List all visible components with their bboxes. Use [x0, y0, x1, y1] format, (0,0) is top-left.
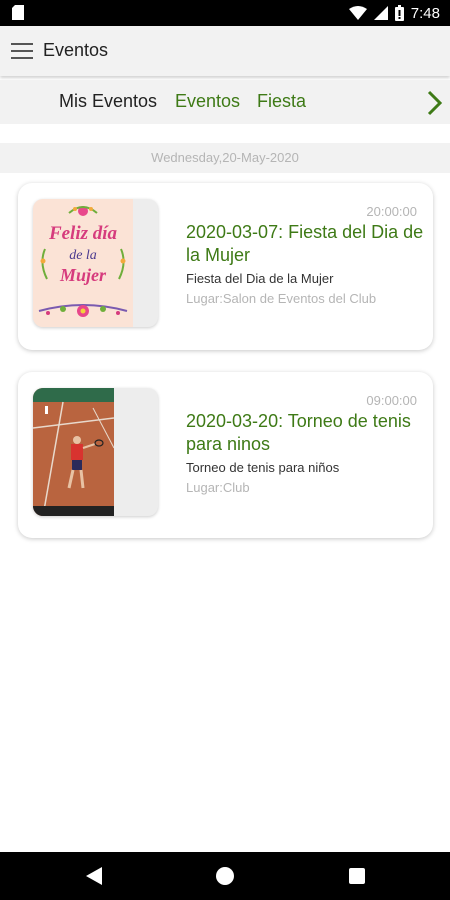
status-bar: 7:48 — [0, 0, 450, 26]
event-place: Lugar:Club — [186, 480, 250, 495]
image-text-line2: de la — [69, 248, 97, 263]
event-title: 2020-03-07: Fiesta del Dia de la Mujer — [186, 222, 424, 265]
image-text-line1: Feliz día — [48, 223, 118, 244]
sim-card-icon — [12, 5, 24, 20]
wifi-icon — [348, 6, 367, 20]
event-time: 09:00:00 — [366, 393, 417, 408]
home-icon[interactable] — [216, 867, 234, 885]
event-thumbnail — [33, 388, 158, 516]
tab-mis-eventos[interactable]: Mis Eventos — [59, 91, 157, 112]
status-icons: 7:48 — [348, 3, 440, 23]
recents-icon[interactable] — [349, 868, 365, 884]
system-nav-bar — [0, 852, 450, 900]
signal-icon — [373, 6, 388, 20]
status-time: 7:48 — [410, 4, 440, 22]
event-place: Lugar:Salon de Eventos del Club — [186, 291, 377, 306]
page-title: Eventos — [43, 40, 109, 60]
event-time: 20:00:00 — [366, 204, 417, 219]
event-thumbnail: Feliz día de la Mujer — [33, 199, 158, 327]
event-title: 2020-03-20: Torneo de tenis para ninos — [186, 411, 411, 454]
tab-bar: Mis Eventos Eventos Fiesta — [0, 80, 450, 124]
chevron-right-icon[interactable] — [424, 89, 444, 117]
event-description: Torneo de tenis para niños — [186, 460, 340, 475]
event-image — [33, 388, 115, 516]
tab-fiesta[interactable]: Fiesta — [257, 91, 306, 112]
event-image: Feliz día de la Mujer — [33, 199, 133, 327]
tab-eventos[interactable]: Eventos — [175, 91, 240, 112]
image-text-line3: Mujer — [59, 265, 107, 285]
event-description: Fiesta del Dia de la Mujer — [186, 271, 334, 286]
app-bar: Eventos — [0, 26, 450, 76]
hamburger-menu-icon[interactable] — [11, 41, 33, 61]
event-card[interactable]: 09:00:00 2020-03-20: Torneo de tenis par… — [18, 372, 433, 538]
date-header: Wednesday,20-May-2020 — [0, 143, 450, 173]
back-icon[interactable] — [86, 867, 102, 885]
event-card[interactable]: Feliz día de la Mujer 20:00:00 2020-03-0… — [18, 183, 433, 350]
battery-icon — [394, 5, 404, 21]
